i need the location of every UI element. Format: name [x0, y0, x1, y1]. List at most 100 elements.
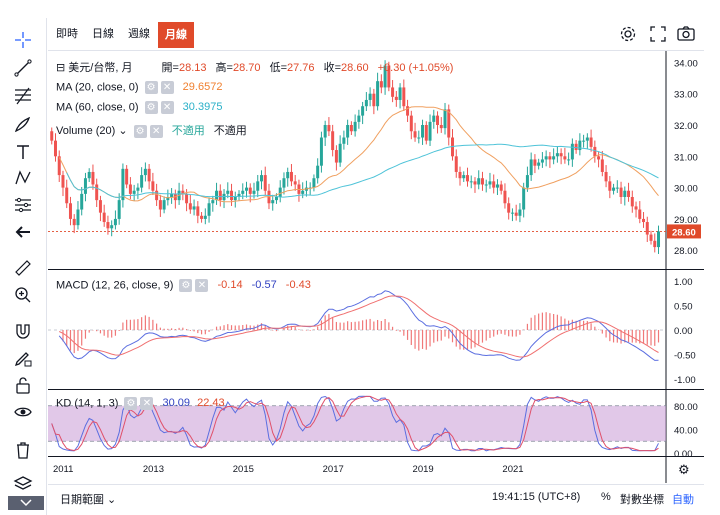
macd-tick-label: 0.50: [674, 301, 693, 312]
settings-icon[interactable]: ⚙: [144, 101, 158, 114]
candle-body: [353, 121, 357, 132]
date-range-label: 日期範圍: [60, 494, 104, 506]
tab-weekly[interactable]: 週線: [128, 23, 150, 45]
candle-body: [76, 209, 80, 226]
text-icon[interactable]: [13, 142, 33, 162]
close-icon[interactable]: ✕: [160, 101, 174, 114]
chart-svg[interactable]: 34.00 33.00 32.00 31.00 30.00 29.00 28.00 28.60…: [48, 51, 704, 483]
kd-value-2: 22.43: [197, 397, 225, 410]
high-label: 高=: [215, 62, 233, 74]
candle-body: [312, 178, 316, 188]
fullscreen-icon[interactable]: [648, 24, 668, 44]
price-tick-label: 33.00: [674, 90, 698, 101]
settings-icon[interactable]: ⚙: [179, 279, 193, 292]
candle-body: [638, 209, 642, 219]
candle-body: [398, 87, 402, 100]
candle-body: [645, 222, 649, 235]
percent-toggle[interactable]: %: [601, 491, 611, 503]
layers-icon[interactable]: [13, 474, 33, 494]
macd-value-3: -0.43: [285, 279, 311, 292]
settings-icon[interactable]: ⚙: [124, 397, 138, 410]
candle-body: [653, 240, 657, 248]
open-label: 開=: [161, 62, 179, 74]
candle-body: [619, 187, 623, 197]
candle-body: [533, 159, 537, 166]
ma20-value: 29.6572: [182, 81, 223, 94]
brush-icon[interactable]: [13, 114, 33, 134]
log-scale-toggle[interactable]: 對數坐標: [620, 491, 664, 507]
macd-tick-label: -1.00: [674, 375, 696, 386]
candle-body: [200, 215, 204, 219]
fib-icon[interactable]: [13, 86, 33, 106]
crosshair-icon[interactable]: [13, 30, 33, 50]
candle-body: [559, 153, 563, 157]
candle-body: [372, 93, 376, 107]
close-icon[interactable]: ✕: [149, 124, 163, 138]
auto-scale-toggle[interactable]: 自動: [672, 491, 694, 507]
close-icon[interactable]: ✕: [160, 81, 174, 94]
close-icon[interactable]: ✕: [195, 279, 209, 292]
candle-body: [555, 153, 559, 157]
settings-icon[interactable]: ⚙: [133, 124, 147, 138]
candle-body: [537, 162, 541, 166]
lock-icon[interactable]: [13, 375, 33, 395]
candle-body: [102, 212, 106, 223]
candle-body: [436, 115, 440, 125]
ruler-icon[interactable]: [13, 258, 33, 278]
candle-body: [155, 190, 159, 201]
tab-realtime[interactable]: 即時: [56, 23, 78, 45]
candle-body: [649, 234, 653, 241]
ma20-legend: MA (20, close, 0) ⚙ ✕ 29.6572: [56, 81, 222, 94]
candle-body: [499, 184, 503, 191]
scroll-down-button[interactable]: [8, 496, 44, 510]
chevron-down-icon[interactable]: ⌄: [118, 125, 127, 137]
collapse-icon[interactable]: ⊟: [56, 62, 65, 74]
lock-draw-icon[interactable]: [13, 348, 33, 368]
candle-body: [327, 125, 331, 132]
prediction-icon[interactable]: [13, 195, 33, 215]
gear-icon[interactable]: [618, 24, 638, 44]
candle-body: [469, 181, 473, 183]
candle-body: [80, 193, 84, 210]
candle-body: [462, 175, 466, 179]
candle-body: [424, 125, 428, 141]
candle-body: [256, 181, 260, 191]
x-tick-label: 2011: [53, 464, 73, 475]
candle-body: [642, 218, 646, 223]
trash-icon[interactable]: [13, 440, 33, 460]
price-tick-label: 29.00: [674, 215, 698, 226]
trend-line-icon[interactable]: [13, 58, 33, 78]
candle-body: [248, 187, 252, 194]
candle-body: [484, 184, 488, 186]
candle-body: [215, 190, 219, 201]
candle-body: [402, 87, 406, 107]
tab-daily[interactable]: 日線: [92, 23, 114, 45]
candle-body: [110, 225, 114, 229]
eye-icon[interactable]: [13, 402, 33, 422]
camera-icon[interactable]: [676, 24, 696, 44]
candle-body: [98, 200, 102, 213]
close-icon[interactable]: ✕: [140, 397, 154, 410]
candle-body: [271, 200, 275, 204]
macd-label: MACD (12, 26, close, 9): [56, 279, 174, 292]
tab-monthly[interactable]: 月線: [158, 22, 194, 48]
candle-body: [477, 178, 481, 185]
top-toolbar: 即時 日線 週線 月線: [48, 18, 704, 51]
macd-value-2: -0.57: [251, 279, 277, 292]
back-arrow-icon[interactable]: [13, 222, 33, 242]
zoom-in-icon[interactable]: [13, 285, 33, 305]
candle-body: [574, 143, 578, 151]
x-tick-label: 2015: [233, 464, 254, 475]
candle-body: [409, 115, 413, 132]
settings-icon[interactable]: ⚙: [144, 81, 158, 94]
pattern-icon[interactable]: [13, 168, 33, 188]
chart-area[interactable]: 34.00 33.00 32.00 31.00 30.00 29.00 28.00 28.60…: [48, 51, 704, 483]
x-tick-label: 2019: [413, 464, 434, 475]
candle-body: [552, 156, 556, 160]
left-toolbar: [0, 18, 47, 515]
date-range-button[interactable]: 日期範圍 ⌄: [60, 491, 116, 507]
candle-body: [349, 125, 353, 132]
magnet-icon[interactable]: [13, 322, 33, 342]
ma60-label: MA (60, close, 0): [56, 101, 139, 114]
price-tick-label: 31.00: [674, 152, 698, 163]
